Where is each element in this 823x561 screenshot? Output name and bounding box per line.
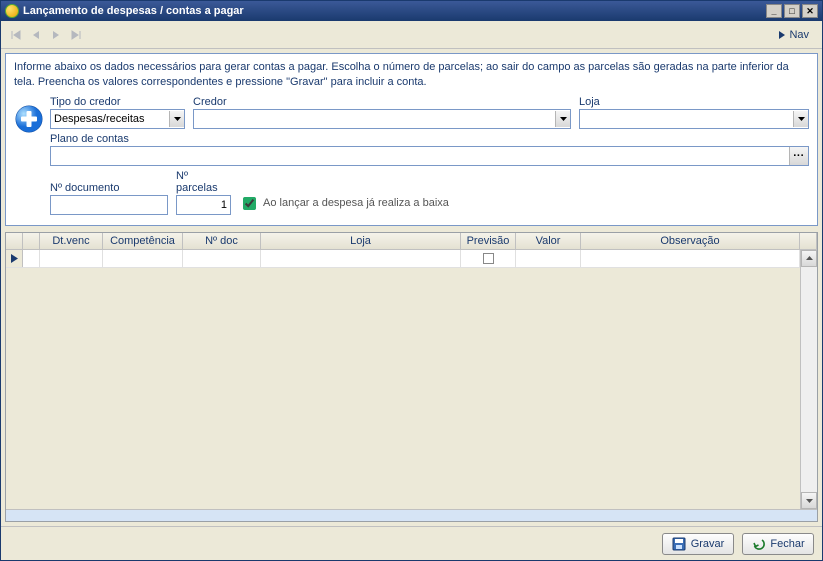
grid-row[interactable] — [6, 250, 800, 268]
grid-header-scroll-gap — [800, 233, 817, 249]
scroll-up-icon[interactable] — [801, 250, 817, 267]
num-doc-field[interactable] — [50, 195, 168, 215]
scroll-down-icon[interactable] — [801, 492, 817, 509]
maximize-button[interactable]: □ — [784, 4, 800, 18]
realiza-baixa-checkbox[interactable] — [243, 197, 256, 210]
tipo-credor-label: Tipo do credor — [50, 96, 185, 108]
content-area: Informe abaixo os dados necessários para… — [1, 49, 822, 526]
first-record-icon[interactable] — [7, 26, 25, 44]
num-parc-label: Nº parcelas — [176, 170, 231, 194]
row-cell-valor[interactable] — [516, 250, 581, 267]
grid-header: Dt.venc Competência Nº doc Loja Previsão… — [6, 233, 817, 250]
realiza-baixa-label: Ao lançar a despesa já realiza a baixa — [263, 197, 449, 209]
undo-icon — [751, 537, 765, 551]
row-indicator — [6, 250, 23, 267]
save-icon — [672, 537, 686, 551]
fechar-label: Fechar — [770, 538, 804, 550]
chevron-down-icon — [555, 111, 570, 127]
gravar-button[interactable]: Gravar — [662, 533, 734, 555]
minimize-button[interactable]: _ — [766, 4, 782, 18]
current-row-icon — [11, 254, 18, 263]
window-title: Lançamento de despesas / contas a pagar — [23, 5, 764, 17]
nav-button[interactable]: Nav — [770, 26, 816, 44]
grid-corner2 — [23, 233, 40, 249]
button-bar: Gravar Fechar — [1, 526, 822, 560]
previsao-checkbox[interactable] — [483, 253, 494, 264]
grid-body — [6, 250, 817, 509]
col-header-dtvenc[interactable]: Dt.venc — [40, 233, 103, 249]
num-doc-label: Nº documento — [50, 182, 168, 194]
prev-record-icon[interactable] — [27, 26, 45, 44]
row-cell-observacao[interactable] — [581, 250, 800, 267]
loja-label: Loja — [579, 96, 809, 108]
info-text: Informe abaixo os dados necessários para… — [14, 60, 809, 90]
plano-lookup[interactable]: ··· — [50, 146, 809, 166]
toolbar: Nav — [1, 21, 822, 49]
col-header-numdoc[interactable]: Nº doc — [183, 233, 261, 249]
app-window: Lançamento de despesas / contas a pagar … — [0, 0, 823, 561]
col-header-valor[interactable]: Valor — [516, 233, 581, 249]
col-header-observacao[interactable]: Observação — [581, 233, 800, 249]
row-cell-loja[interactable] — [261, 250, 461, 267]
credor-label: Credor — [193, 96, 571, 108]
row-cell-competencia[interactable] — [103, 250, 183, 267]
ellipsis-icon[interactable]: ··· — [789, 147, 809, 165]
scroll-track[interactable] — [801, 267, 817, 492]
plano-label: Plano de contas — [50, 133, 809, 145]
play-icon — [777, 30, 787, 40]
grid-corner — [6, 233, 23, 249]
chevron-down-icon — [169, 111, 184, 127]
col-header-previsao[interactable]: Previsão — [461, 233, 516, 249]
next-record-icon[interactable] — [47, 26, 65, 44]
plus-icon — [14, 104, 44, 134]
fechar-button[interactable]: Fechar — [742, 533, 814, 555]
row-cell-previsao[interactable] — [461, 250, 516, 267]
loja-select[interactable] — [579, 109, 809, 129]
app-icon — [5, 4, 19, 18]
form-panel: Informe abaixo os dados necessários para… — [5, 53, 818, 226]
num-parc-input[interactable] — [180, 199, 227, 211]
tipo-credor-select[interactable]: Despesas/receitas — [50, 109, 185, 129]
gravar-label: Gravar — [691, 538, 725, 550]
last-record-icon[interactable] — [67, 26, 85, 44]
vertical-scrollbar[interactable] — [800, 250, 817, 509]
row-cell-numdoc[interactable] — [183, 250, 261, 267]
chevron-down-icon — [793, 111, 808, 127]
nav-button-label: Nav — [789, 29, 809, 41]
col-header-loja[interactable]: Loja — [261, 233, 461, 249]
credor-select[interactable] — [193, 109, 571, 129]
num-parc-field[interactable] — [176, 195, 231, 215]
close-window-button[interactable]: ✕ — [802, 4, 818, 18]
row-cell-dtvenc[interactable] — [40, 250, 103, 267]
num-doc-input[interactable] — [54, 199, 164, 211]
titlebar: Lançamento de despesas / contas a pagar … — [1, 1, 822, 21]
col-header-competencia[interactable]: Competência — [103, 233, 183, 249]
tipo-credor-value: Despesas/receitas — [54, 113, 145, 125]
grid-footer-strip — [6, 509, 817, 521]
plano-input[interactable] — [54, 150, 786, 162]
grid-panel: Dt.venc Competência Nº doc Loja Previsão… — [5, 232, 818, 522]
row-cell-blank[interactable] — [23, 250, 40, 267]
